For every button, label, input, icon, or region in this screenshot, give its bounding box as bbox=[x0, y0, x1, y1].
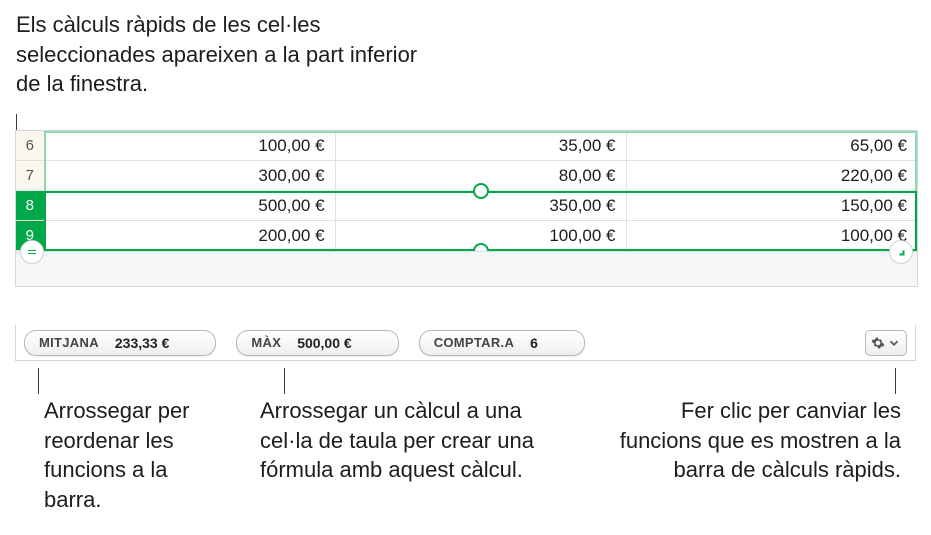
cell[interactable]: 150,00 € bbox=[626, 191, 917, 221]
chevron-down-icon bbox=[887, 336, 901, 350]
cell[interactable]: 35,00 € bbox=[335, 131, 626, 161]
cell[interactable]: 500,00 € bbox=[44, 191, 335, 221]
quick-calc-pill[interactable]: MITJANA 233,33 € bbox=[24, 330, 216, 356]
cell[interactable]: 65,00 € bbox=[626, 131, 917, 161]
equals-icon bbox=[26, 246, 38, 258]
spreadsheet-table[interactable]: 6100,00 €35,00 €65,00 €7300,00 €80,00 €2… bbox=[16, 131, 917, 251]
leader-line bbox=[284, 368, 285, 394]
quick-calc-pill[interactable]: MÀX 500,00 € bbox=[236, 330, 398, 356]
cell[interactable]: 100,00 € bbox=[335, 221, 626, 251]
table-row[interactable]: 6100,00 €35,00 €65,00 € bbox=[16, 131, 917, 161]
quick-calc-value: 6 bbox=[530, 335, 538, 351]
quick-calc-bar: MITJANA 233,33 € MÀX 500,00 € COMPTAR.A 6 bbox=[15, 325, 916, 361]
table-row[interactable]: 9200,00 €100,00 €100,00 € bbox=[16, 221, 917, 251]
quick-calc-label: MITJANA bbox=[39, 335, 99, 350]
cell[interactable]: 200,00 € bbox=[44, 221, 335, 251]
formula-button[interactable] bbox=[20, 240, 44, 264]
cell[interactable]: 100,00 € bbox=[626, 221, 917, 251]
quick-calc-label: COMPTAR.A bbox=[434, 335, 514, 350]
callout-reorder: Arrossegar per reordenar les funcions a … bbox=[44, 396, 224, 515]
gear-icon bbox=[871, 336, 885, 350]
resize-corner-icon bbox=[895, 246, 907, 258]
resize-handle-button[interactable] bbox=[889, 240, 913, 264]
cell[interactable]: 350,00 € bbox=[335, 191, 626, 221]
cell[interactable]: 300,00 € bbox=[44, 161, 335, 191]
row-header[interactable]: 7 bbox=[16, 161, 44, 191]
quick-calc-settings-button[interactable] bbox=[865, 330, 907, 356]
quick-calc-value: 500,00 € bbox=[297, 335, 352, 351]
quick-calc-value: 233,33 € bbox=[115, 335, 170, 351]
leader-line bbox=[38, 368, 39, 394]
table-row[interactable]: 7300,00 €80,00 €220,00 € bbox=[16, 161, 917, 191]
cell[interactable]: 100,00 € bbox=[44, 131, 335, 161]
table-footer-strip bbox=[16, 251, 917, 286]
table-row[interactable]: 8500,00 €350,00 €150,00 € bbox=[16, 191, 917, 221]
spreadsheet-window: 6100,00 €35,00 €65,00 €7300,00 €80,00 €2… bbox=[15, 130, 918, 287]
table-area[interactable]: 6100,00 €35,00 €65,00 €7300,00 €80,00 €2… bbox=[16, 131, 917, 251]
cell[interactable]: 80,00 € bbox=[335, 161, 626, 191]
callout-drag-cell: Arrossegar un càlcul a una cel·la de tau… bbox=[260, 396, 540, 485]
quick-calc-label: MÀX bbox=[251, 335, 281, 350]
callout-gear: Fer clic per canviar les funcions que es… bbox=[601, 396, 901, 485]
leader-line bbox=[895, 368, 896, 394]
quick-calc-pill[interactable]: COMPTAR.A 6 bbox=[419, 330, 585, 356]
leader-line bbox=[16, 114, 17, 130]
row-header[interactable]: 6 bbox=[16, 131, 44, 161]
callout-top: Els càlculs ràpids de les cel·les selecc… bbox=[16, 10, 436, 99]
cell[interactable]: 220,00 € bbox=[626, 161, 917, 191]
row-header[interactable]: 8 bbox=[16, 191, 44, 221]
